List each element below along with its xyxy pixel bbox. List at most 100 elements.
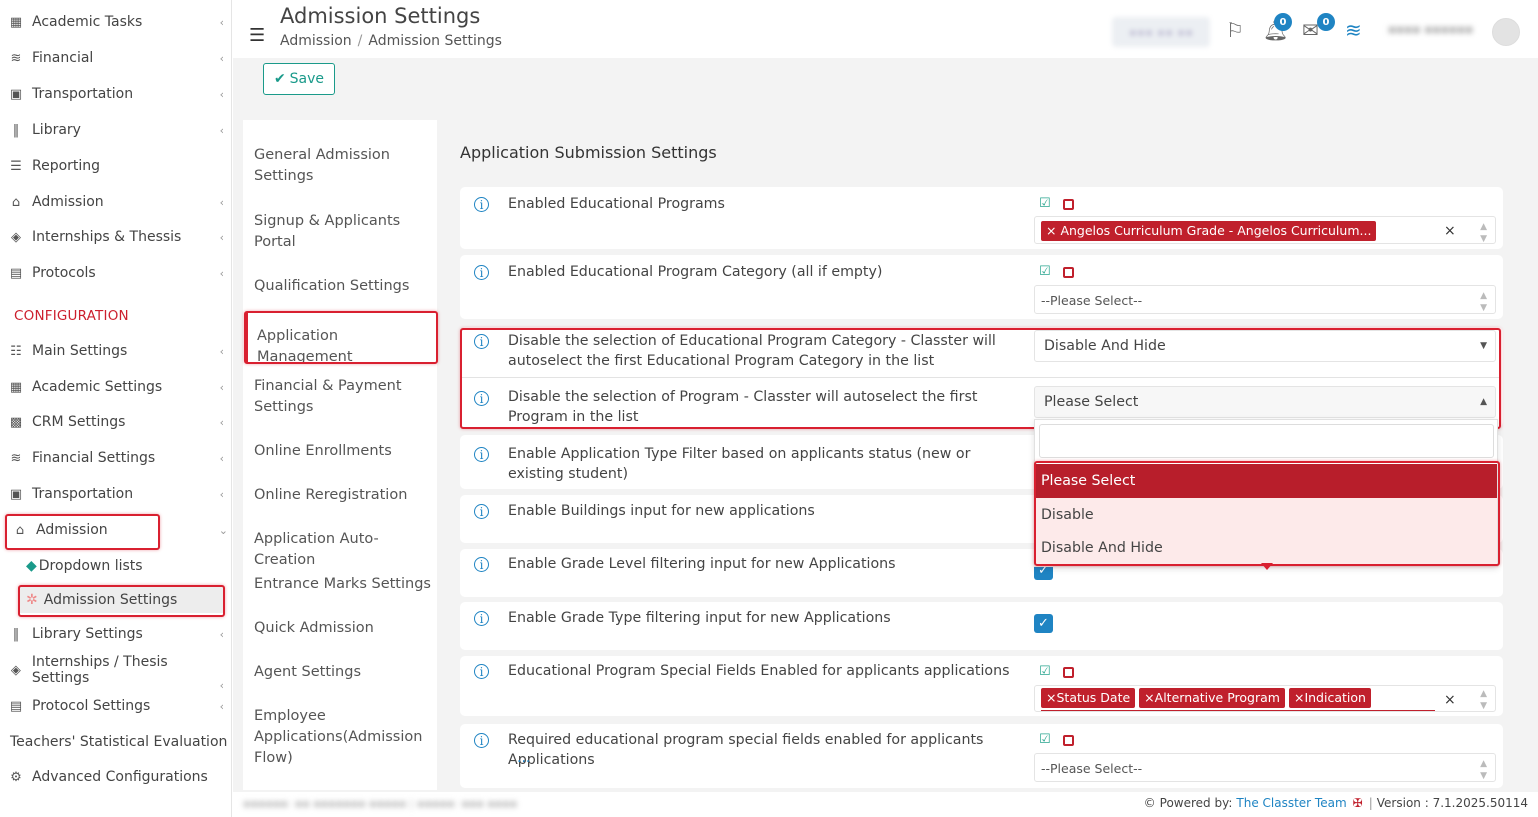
sidebar-item-library-settings[interactable]: ‖ Library Settings ‹ xyxy=(6,619,228,649)
subnav-qualification[interactable]: Qualification Settings xyxy=(254,276,434,297)
sidebar-item-academic-tasks[interactable]: ▦ Academic Tasks ‹ xyxy=(6,7,228,37)
scroll-arrows-icon[interactable]: ▲ ▼ xyxy=(1480,758,1487,782)
sidebar-item-financial[interactable]: ≋ Financial ‹ xyxy=(6,43,228,73)
coins-icon: ≋ xyxy=(10,450,22,466)
menu-toggle-icon[interactable]: ☰ xyxy=(249,25,265,46)
info-icon[interactable]: i xyxy=(474,557,489,572)
info-icon[interactable]: i xyxy=(474,447,489,462)
sidebar-item-teachers-evaluation[interactable]: Teachers' Statistical Evaluation xyxy=(10,727,232,757)
school-year-selector[interactable]: ▪▪▪ ▪▪ ▪▪ xyxy=(1112,17,1210,47)
subnav-employee-applications[interactable]: Employee Applications(Admission Flow) xyxy=(254,706,434,769)
subnav-quick-admission[interactable]: Quick Admission xyxy=(254,618,434,639)
special-fields-multiselect[interactable]: ×Status Date ×Alternative Program ×Indicat… xyxy=(1034,685,1496,712)
sidebar-item-admission[interactable]: ⌂ Admission ‹ xyxy=(6,187,228,217)
layers-icon: ◆ xyxy=(26,558,37,574)
setting-label: Enable Application Type Filter based on … xyxy=(508,446,971,482)
info-icon[interactable]: i xyxy=(474,265,489,280)
sidebar-item-library[interactable]: ‖ Library ‹ xyxy=(6,115,228,145)
sidebar-item-protocol-settings[interactable]: ▤ Protocol Settings ‹ xyxy=(6,691,228,721)
subnav-online-reregistration[interactable]: Online Reregistration xyxy=(254,485,434,506)
save-button[interactable]: ✔ Save xyxy=(263,63,335,95)
grid-icon: ▦ xyxy=(9,379,23,395)
deselect-all-icon[interactable] xyxy=(1063,667,1074,678)
chevron-left-icon: ‹ xyxy=(219,451,224,465)
chevron-left-icon: ‹ xyxy=(219,87,224,101)
subnav-auto-creation[interactable]: Application Auto-Creation xyxy=(254,529,434,571)
sidebar-item-main-settings[interactable]: ☷ Main Settings ‹ xyxy=(6,336,228,366)
chevron-down-icon: ⌄ xyxy=(218,523,228,537)
layers-plus-icon[interactable]: ≋ xyxy=(1345,18,1362,42)
info-icon[interactable]: i xyxy=(474,197,489,212)
sidebar-item-transportation[interactable]: ▣ Transportation ‹ xyxy=(6,79,228,109)
info-icon[interactable]: i xyxy=(474,504,489,519)
select-all-icon[interactable]: ☑ xyxy=(1039,664,1051,679)
sidebar-item-protocols[interactable]: ▤ Protocols ‹ xyxy=(6,258,228,288)
books-icon: ‖ xyxy=(12,626,20,642)
required-special-fields-multiselect[interactable]: --Please Select-- ▲ ▼ xyxy=(1034,753,1496,782)
deselect-all-icon[interactable] xyxy=(1063,735,1074,746)
avatar[interactable] xyxy=(1492,18,1520,46)
select-all-icon[interactable]: ☑ xyxy=(1039,732,1051,747)
scroll-arrows-icon[interactable]: ▲ ▼ xyxy=(1480,688,1487,711)
sidebar-subitem-dropdown-lists[interactable]: ◆ Dropdown lists xyxy=(26,553,143,579)
user-name[interactable]: ▪▪▪▪ ▪▪▪▪▪▪ xyxy=(1388,22,1488,40)
chevron-left-icon: ‹ xyxy=(219,344,224,358)
subnav-financial-payment[interactable]: Financial & Payment Settings xyxy=(254,376,434,418)
selected-tag[interactable]: × Angelos Curriculum Grade - Angelos Cur… xyxy=(1041,221,1377,241)
selected-tag[interactable]: ×Alternative Program xyxy=(1139,688,1285,708)
educational-programs-multiselect[interactable]: × Angelos Curriculum Grade - Angelos Cur… xyxy=(1034,216,1496,244)
scroll-arrows-icon[interactable]: ▲ ▼ xyxy=(1480,290,1487,314)
page-title: Admission Settings xyxy=(280,4,481,28)
info-icon[interactable]: i xyxy=(474,733,489,748)
footer-context: ▪▪▪▪▪▪: ▪▪ ▪▪▪▪▪▪▪ ▪▪▪▪▪ | ▪▪▪▪▪: ▪▪▪ ▪▪… xyxy=(243,797,518,810)
info-icon[interactable]: i xyxy=(474,611,489,626)
sidebar-item-academic-settings[interactable]: ▦ Academic Settings ‹ xyxy=(6,372,228,402)
sidebar-item-advanced-configurations[interactable]: ⚙ Advanced Configurations xyxy=(6,762,228,792)
sidebar-item-reporting[interactable]: ☰ Reporting xyxy=(6,151,228,181)
selected-tag[interactable]: ×Indication xyxy=(1288,688,1371,708)
subnav-general-admission[interactable]: General Admission Settings xyxy=(254,145,434,187)
select-all-icon[interactable]: ☑ xyxy=(1039,196,1051,211)
flag-icon[interactable]: ⚐ xyxy=(1226,18,1244,42)
remove-tag-icon[interactable]: × xyxy=(1294,690,1304,705)
remove-tag-icon[interactable]: × xyxy=(1046,223,1060,238)
scroll-arrows-icon[interactable]: ▲ ▼ xyxy=(1480,221,1487,243)
highlight-box xyxy=(460,328,1501,429)
subnav-signup-portal[interactable]: Signup & Applicants Portal xyxy=(254,211,434,253)
notifications-badge: 0 xyxy=(1274,13,1292,31)
breadcrumb-admission[interactable]: Admission xyxy=(280,33,352,49)
deselect-all-icon[interactable] xyxy=(1063,199,1074,210)
setting-label: Enable Grade Type filtering input for ne… xyxy=(508,610,891,626)
sidebar-item-internships-settings[interactable]: ◈ Internships / Thesis Settings ‹ xyxy=(6,654,228,692)
remove-tag-icon[interactable]: × xyxy=(1144,690,1154,705)
classter-team-link[interactable]: The Classter Team xyxy=(1236,796,1346,810)
remove-tag-icon[interactable]: × xyxy=(1046,690,1056,705)
clear-icon[interactable]: × xyxy=(1444,692,1456,708)
more-link[interactable]: ... xyxy=(517,750,530,766)
sidebar-item-transportation-settings[interactable]: ▣ Transportation ‹ xyxy=(6,479,228,509)
crm-icon: ▩ xyxy=(9,414,23,430)
clear-icon[interactable]: × xyxy=(1444,223,1456,239)
chevron-left-icon: ‹ xyxy=(219,699,224,713)
subnav-online-enrollments[interactable]: Online Enrollments xyxy=(254,441,434,462)
subnav-entrance-marks[interactable]: Entrance Marks Settings xyxy=(254,574,434,595)
highlight-pointer xyxy=(1261,563,1273,570)
grade-type-checkbox[interactable]: ✓ xyxy=(1034,614,1053,633)
info-icon[interactable]: i xyxy=(474,664,489,679)
select-all-icon[interactable]: ☑ xyxy=(1039,264,1051,279)
coins-icon: ≋ xyxy=(10,50,22,66)
footer: ▪▪▪▪▪▪: ▪▪ ▪▪▪▪▪▪▪ ▪▪▪▪▪ | ▪▪▪▪▪: ▪▪▪ ▪▪… xyxy=(233,792,1538,817)
configuration-heading: CONFIGURATION xyxy=(14,308,129,324)
deselect-all-icon[interactable] xyxy=(1063,267,1074,278)
sidebar-item-internships[interactable]: ◈ Internships & Thessis ‹ xyxy=(6,222,228,252)
dropdown-search-input[interactable] xyxy=(1039,424,1494,458)
highlight-box xyxy=(244,311,438,364)
program-category-multiselect[interactable]: --Please Select-- ▲ ▼ xyxy=(1034,285,1496,314)
books-icon: ‖ xyxy=(12,122,20,138)
selected-tag[interactable]: ×Status Date xyxy=(1041,688,1136,708)
sliders-icon: ☷ xyxy=(10,343,22,359)
subnav-agent-settings[interactable]: Agent Settings xyxy=(254,662,434,683)
footer-credits: © Powered by: The Classter Team ✠ | Vers… xyxy=(1143,796,1528,810)
sidebar-item-crm-settings[interactable]: ▩ CRM Settings ‹ xyxy=(6,407,228,437)
sidebar-item-financial-settings[interactable]: ≋ Financial Settings ‹ xyxy=(6,443,228,473)
